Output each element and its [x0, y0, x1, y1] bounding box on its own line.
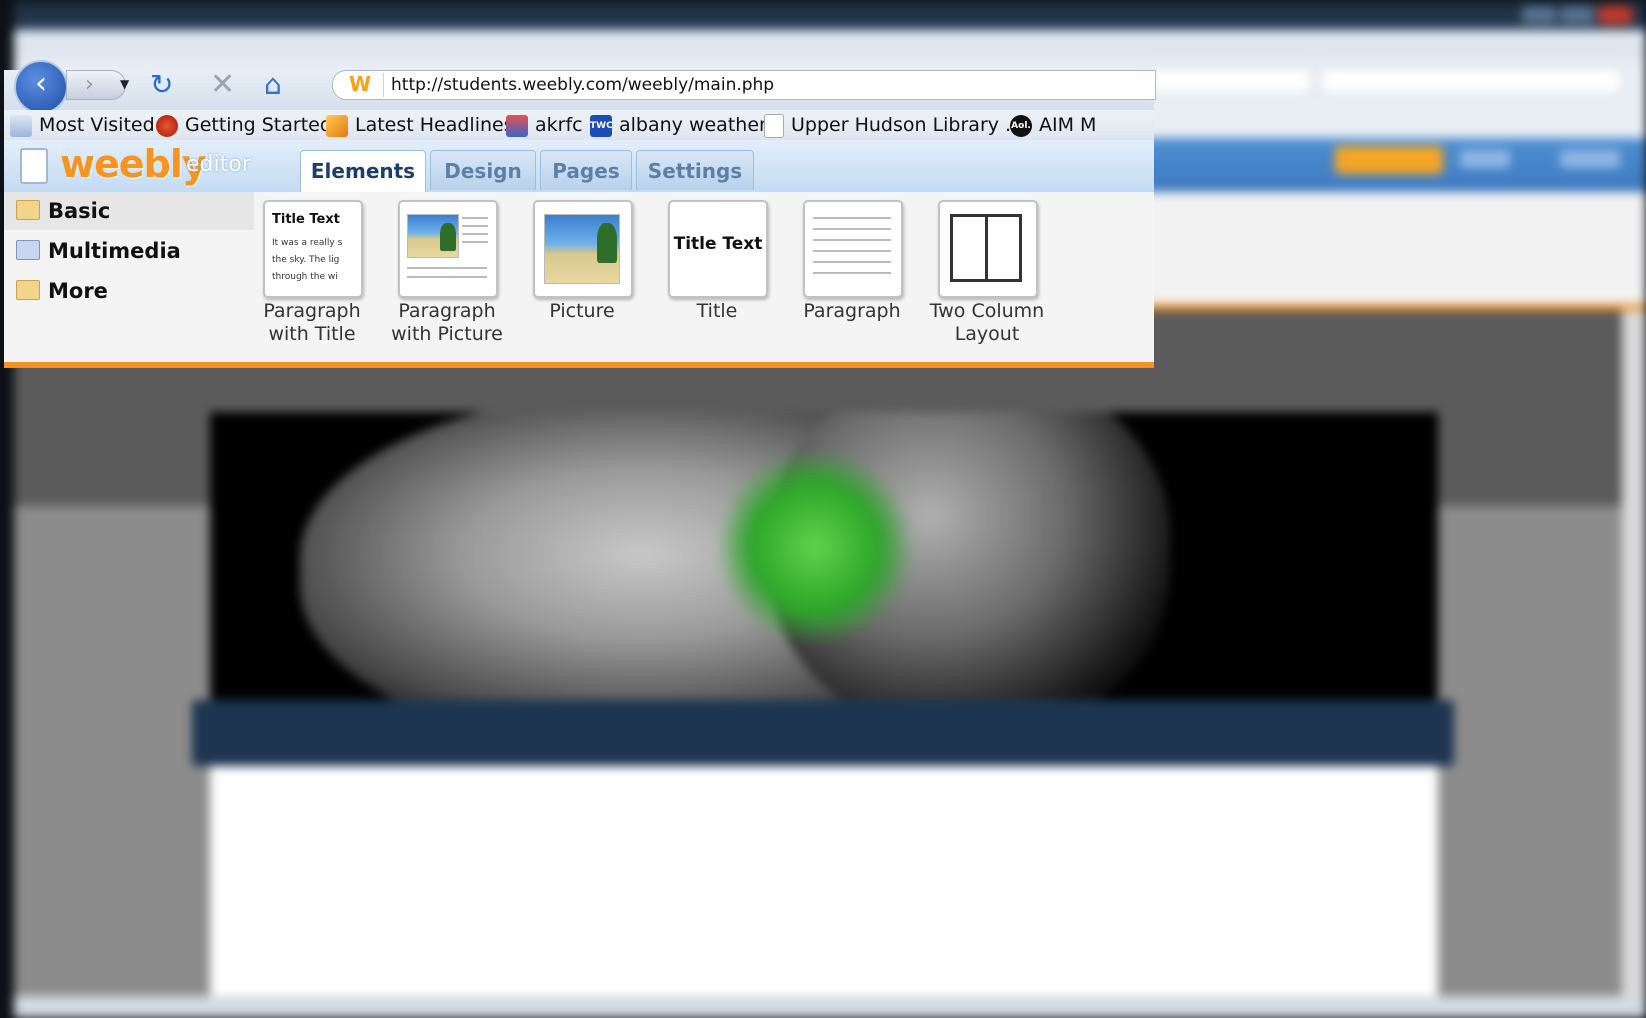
history-dropdown-button[interactable]: ▼: [120, 72, 136, 96]
back-arrow-icon: ‹: [35, 66, 47, 101]
element-label: Title: [696, 300, 738, 322]
elements-panel: Basic Multimedia More Title Text It was …: [4, 192, 1154, 362]
page-icon: [764, 113, 784, 138]
publish-button[interactable]: [1335, 146, 1443, 174]
element-label: Paragraph with Picture: [391, 300, 503, 345]
weebly-favicon-icon: W: [349, 72, 372, 96]
menu-bar: [14, 30, 1646, 60]
sprout-image: [710, 452, 920, 642]
forward-arrow-icon: ›: [85, 72, 94, 97]
vertical-scrollbar[interactable]: [1622, 310, 1646, 1010]
stop-icon[interactable]: ✕: [210, 70, 235, 100]
forward-button[interactable]: ›: [66, 70, 126, 100]
weebly-toolbar: weebly editor Elements Design Pages Sett…: [4, 140, 1154, 192]
firefox-icon: [156, 114, 178, 137]
editor-foreground: ‹ › ▼ ↻ ✕ ⌂ W http://students.weebly.com…: [4, 60, 1156, 374]
window-controls[interactable]: [1518, 6, 1638, 26]
category-multimedia[interactable]: Multimedia: [4, 232, 254, 270]
weebly-doc-icon: [20, 148, 48, 184]
chevron-down-icon: ▼: [120, 77, 130, 91]
twc-icon: TWC: [590, 114, 613, 137]
bookmark-akrfc[interactable]: akrfc: [506, 113, 583, 137]
site-nav-bar: [192, 700, 1454, 766]
help-button[interactable]: [1460, 150, 1510, 168]
tab-settings[interactable]: Settings: [636, 150, 754, 190]
editor-label: editor: [186, 152, 251, 177]
element-paragraph[interactable]: Paragraph: [787, 200, 917, 356]
title-thumbnail: Title Text: [668, 200, 768, 298]
url-bar[interactable]: W http://students.weebly.com/weebly/main…: [332, 70, 1156, 100]
back-button[interactable]: ‹: [14, 60, 68, 114]
bookmark-latest-headlines[interactable]: Latest Headlines: [326, 113, 514, 137]
url-bar-end: [1150, 68, 1312, 94]
search-box[interactable]: [1320, 68, 1622, 94]
weebly-logo: weebly: [60, 142, 207, 186]
bookmark-aim[interactable]: Aol. AIM M: [1010, 113, 1096, 137]
folder-icon: [16, 280, 40, 300]
url-text[interactable]: http://students.weebly.com/weebly/main.p…: [391, 75, 774, 95]
site-header-image: [210, 412, 1438, 702]
two-column-icon: [950, 214, 1022, 282]
text-lines-icon: [813, 214, 891, 283]
element-title[interactable]: Title Text Title: [652, 200, 782, 356]
browser-nav-row: ‹ › ▼ ↻ ✕ ⌂ W http://students.weebly.com…: [4, 60, 1156, 114]
text-lines-icon: [462, 214, 488, 249]
folder-icon: [16, 200, 40, 220]
element-two-column-layout[interactable]: Two Column Layout: [922, 200, 1052, 356]
bookmark-albany-weather[interactable]: TWC albany weather: [590, 113, 767, 137]
category-basic[interactable]: Basic: [4, 192, 254, 230]
tab-elements[interactable]: Elements: [300, 150, 426, 192]
element-label: Paragraph with Title: [263, 300, 361, 345]
two-column-thumbnail: [938, 200, 1038, 298]
home-icon[interactable]: ⌂: [264, 70, 282, 100]
paragraph-with-picture-thumbnail: [398, 200, 498, 298]
category-more[interactable]: More: [4, 272, 254, 310]
paragraph-thumbnail: [803, 200, 903, 298]
aol-icon: Aol.: [1010, 114, 1032, 137]
panel-accent-border: [4, 362, 1154, 368]
paragraph-with-title-thumbnail: Title Text It was a really s the sky. Th…: [263, 200, 363, 298]
category-sidebar: Basic Multimedia More: [4, 192, 254, 362]
element-label: Paragraph: [803, 300, 901, 322]
bookmark-getting-started[interactable]: Getting Started: [156, 113, 332, 137]
element-picture[interactable]: Picture: [517, 200, 647, 356]
akrfc-icon: [506, 114, 528, 137]
beach-picture-icon: [407, 214, 459, 258]
url-separator: [383, 73, 384, 97]
bookmark-upper-hudson-library[interactable]: Upper Hudson Library ...: [764, 113, 1023, 138]
page-content-area[interactable]: [210, 766, 1438, 1018]
picture-thumbnail: [533, 200, 633, 298]
window-titlebar: [14, 0, 1646, 30]
status-bar: [14, 996, 1646, 1018]
multimedia-icon: [16, 240, 40, 260]
tab-pages[interactable]: Pages: [540, 150, 632, 190]
rss-icon: [326, 114, 348, 137]
element-paragraph-with-picture[interactable]: Paragraph with Picture: [382, 200, 512, 356]
tab-design[interactable]: Design: [430, 150, 536, 190]
text-lines-icon: [407, 264, 487, 285]
element-label: Two Column Layout: [929, 300, 1045, 345]
reload-icon[interactable]: ↻: [150, 70, 173, 100]
element-paragraph-with-title[interactable]: Title Text It was a really s the sky. Th…: [247, 200, 377, 356]
most-visited-icon: [10, 114, 32, 137]
element-label: Picture: [549, 300, 615, 322]
beach-picture-icon: [544, 214, 620, 284]
exit-button[interactable]: [1560, 150, 1620, 168]
bookmark-most-visited[interactable]: Most Visited: [10, 113, 155, 137]
bookmarks-toolbar: Most Visited Getting Started Latest Head…: [4, 110, 1154, 140]
